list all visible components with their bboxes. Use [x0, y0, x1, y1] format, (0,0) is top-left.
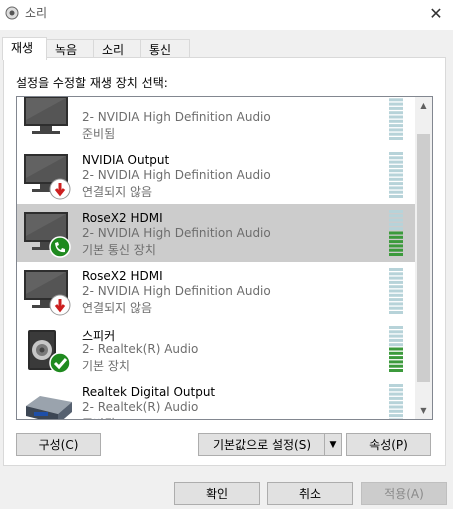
tab-playback[interactable]: 재생 — [2, 37, 47, 60]
speaker-app-icon — [5, 6, 19, 20]
window-title: 소리 — [25, 6, 48, 20]
device-name: RoseX2 HDMI — [82, 211, 163, 225]
device-status: 기본 장치 — [82, 359, 130, 373]
chevron-down-icon: ▼ — [420, 406, 427, 415]
device-status: 연결되지 않음 — [82, 301, 153, 315]
device-name: Realtek Digital Output — [82, 385, 216, 399]
vertical-scrollbar[interactable]: ▲ ▼ — [415, 97, 432, 419]
tab-sounds[interactable]: 소리 — [93, 39, 141, 58]
volume-level-meter — [389, 268, 403, 314]
device-name: NVIDIA Output — [82, 153, 170, 167]
scroll-down-button[interactable]: ▼ — [415, 402, 432, 419]
monitor-icon — [24, 212, 71, 258]
scroll-up-button[interactable]: ▲ — [415, 97, 432, 114]
volume-level-meter — [389, 210, 403, 256]
close-button[interactable]: ✕ — [419, 0, 453, 26]
apply-button[interactable]: 적용(A) — [361, 482, 447, 505]
device-row[interactable]: 스피커 2- Realtek(R) Audio 기본 장치 — [17, 320, 417, 378]
device-status: 준비됨 — [82, 127, 116, 141]
volume-level-meter — [389, 152, 403, 198]
device-row[interactable]: 2- NVIDIA High Definition Audio 준비됨 — [17, 97, 417, 146]
device-row[interactable]: RoseX2 HDMI 2- NVIDIA High Definition Aud… — [17, 262, 417, 320]
set-default-label: 기본값으로 설정(S) — [212, 438, 312, 452]
configure-button[interactable]: 구성(C) — [16, 433, 101, 456]
ok-button[interactable]: 확인 — [174, 482, 260, 505]
device-driver: 2- NVIDIA High Definition Audio — [82, 226, 271, 240]
chevron-up-icon: ▲ — [420, 101, 427, 110]
playback-panel: 설정을 수정할 재생 장치 선택: 2- NVIDIA High Definit… — [3, 57, 446, 466]
monitor-icon — [24, 154, 71, 200]
set-default-dropdown[interactable]: ▼ — [324, 434, 341, 455]
volume-level-meter — [389, 384, 403, 419]
device-row[interactable]: NVIDIA Output 2- NVIDIA High Definition A… — [17, 146, 417, 204]
dropdown-arrow-icon: ▼ — [329, 439, 337, 450]
digital-output-icon — [26, 396, 72, 419]
speaker-icon — [28, 330, 71, 374]
cancel-button[interactable]: 취소 — [267, 482, 353, 505]
monitor-icon — [24, 97, 68, 134]
device-name: RoseX2 HDMI — [82, 269, 163, 283]
device-row[interactable]: RoseX2 HDMI 2- NVIDIA High Definition Aud… — [17, 204, 417, 262]
tab-communications[interactable]: 통신 — [140, 39, 190, 58]
volume-level-meter — [389, 326, 403, 372]
device-row[interactable]: Realtek Digital Output 2- Realtek(R) Audi… — [17, 378, 417, 419]
scrollbar-thumb[interactable] — [417, 134, 430, 382]
device-driver: 2- Realtek(R) Audio — [82, 400, 199, 414]
device-status: 기본 통신 장치 — [82, 243, 156, 257]
device-driver: 2- NVIDIA High Definition Audio — [82, 284, 271, 298]
device-driver: 2- NVIDIA High Definition Audio — [82, 168, 271, 182]
device-status: 연결되지 않음 — [82, 185, 153, 199]
device-list[interactable]: 2- NVIDIA High Definition Audio 준비됨 NVIDIA… — [16, 96, 433, 420]
title-bar: 소리 ✕ — [0, 0, 453, 30]
device-driver: 2- Realtek(R) Audio — [82, 342, 199, 356]
close-icon: ✕ — [429, 3, 443, 23]
properties-button[interactable]: 속성(P) — [346, 433, 431, 456]
device-status: 준비됨 — [82, 415, 115, 419]
tab-recording[interactable]: 녹음 — [46, 39, 94, 58]
volume-level-meter — [389, 98, 403, 140]
monitor-icon — [24, 270, 71, 316]
set-default-button[interactable]: 기본값으로 설정(S) ▼ — [198, 433, 342, 456]
device-driver: 2- NVIDIA High Definition Audio — [82, 110, 271, 124]
select-device-prompt: 설정을 수정할 재생 장치 선택: — [16, 76, 168, 90]
